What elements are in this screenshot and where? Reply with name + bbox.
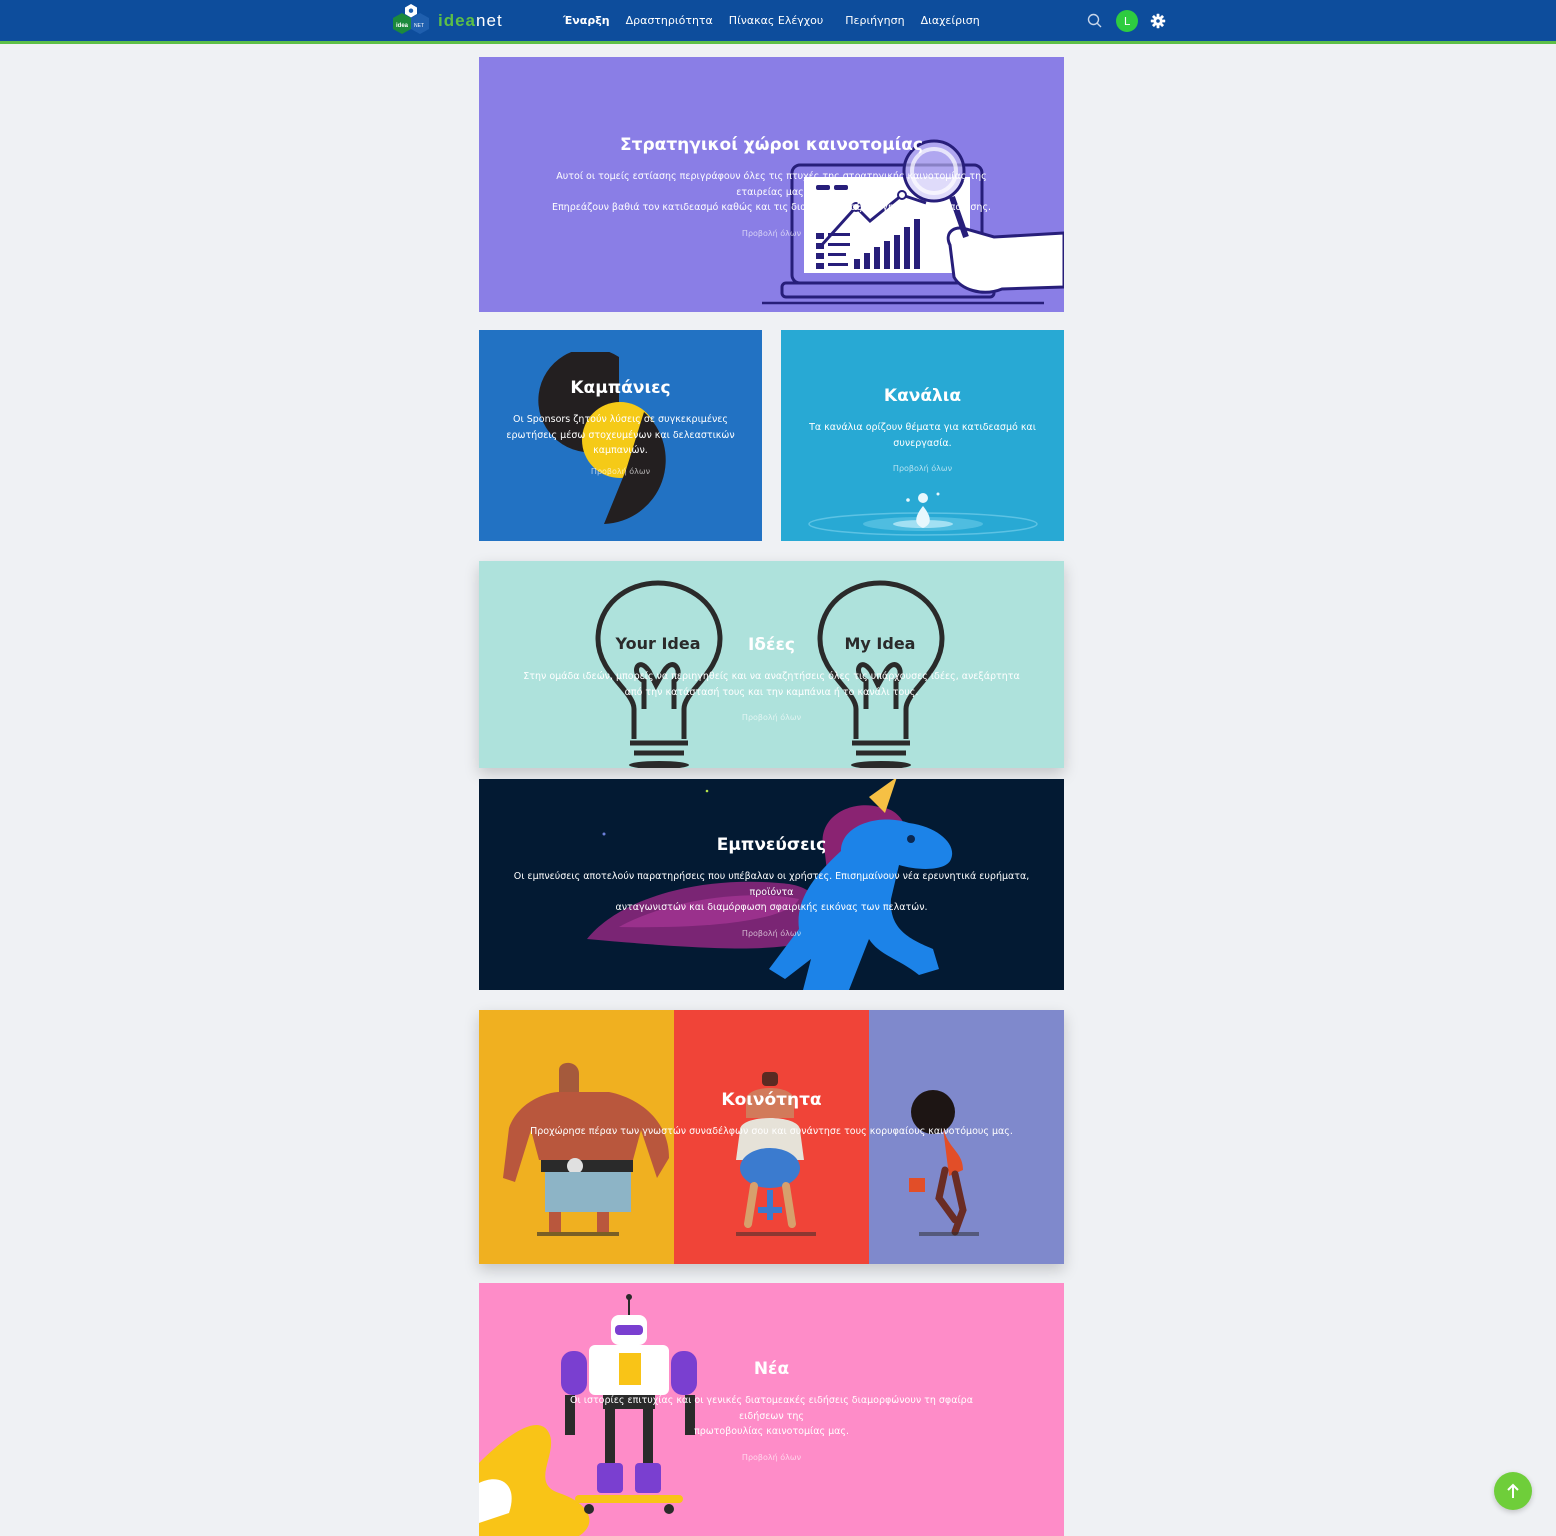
main-nav: Έναρξη Δραστηριότητα Πίνακας Ελέγχου Περ… (563, 0, 996, 41)
channels-desc-line2: συνεργασία. (893, 437, 952, 449)
news-desc-line2: πρωτοβουλίας καινοτομίας μας. (693, 1426, 850, 1437)
campaigns-title: Καμπάνιες (570, 378, 671, 398)
strategic-title: Στρατηγικοί χώροι καινοτομίας (620, 135, 923, 155)
logo-badge-idea: idea (396, 23, 409, 29)
scroll-to-top-button[interactable] (1494, 1472, 1532, 1510)
inspirations-view-all-link[interactable]: Προβολή όλων (742, 929, 801, 938)
inspirations-title: Εμπνεύσεις (716, 835, 827, 855)
strategic-desc-line1: Αυτοί οι τομείς εστίασης περιγράφουν όλε… (556, 171, 987, 198)
ideas-desc-line1: Στην ομάδα ιδεών, μπορείς να περιηγηθείς… (523, 671, 1020, 682)
top-navbar: idea NET ideanet Έναρξη Δραστηριότητα Πί… (0, 0, 1556, 44)
search-icon[interactable] (1086, 12, 1104, 30)
channels-card[interactable]: Κανάλια Τα κανάλια ορίζουν θέματα για κα… (781, 330, 1064, 541)
nav-activity[interactable]: Δραστηριότητα (626, 14, 713, 27)
ideas-view-all-link[interactable]: Προβολή όλων (742, 713, 801, 722)
news-title: Νέα (753, 1359, 790, 1379)
water-drop-illustration (807, 488, 1039, 541)
logo-hexagon-icon: idea NET (390, 4, 432, 38)
ideanet-logo[interactable]: idea NET ideanet (390, 4, 503, 38)
inspirations-desc-line1: Οι εμπνεύσεις αποτελούν παρατηρήσεις που… (513, 871, 1030, 898)
logo-word-net: net (476, 11, 503, 30)
strategic-areas-card[interactable]: Στρατηγικοί χώροι καινοτομίας Αυτοί οι τ… (479, 57, 1064, 312)
logo-word-idea: idea (438, 11, 477, 30)
campaigns-desc-line1: Οι Sponsors ζητούν λύσεις σε συγκεκριμέν… (513, 414, 728, 425)
nav-browse[interactable]: Περιήγηση (845, 14, 904, 27)
ideas-desc-line2: από την κατάστασή τους και την καμπάνια … (624, 686, 919, 698)
campaigns-desc-line2: ερωτήσεις μέσω στοχευμένων και δελεαστικ… (506, 429, 735, 441)
nav-admin[interactable]: Διαχείριση (921, 14, 980, 27)
ideas-title: Ιδέες (747, 635, 795, 655)
logo-badge-net: NET (414, 23, 424, 29)
campaigns-desc-line3: καμπανιών. (593, 445, 648, 456)
strategic-desc-line2: Επηρεάζουν βαθιά τον κατιδεασμό καθώς κα… (551, 202, 992, 213)
channels-title: Κανάλια (883, 386, 962, 406)
news-card[interactable]: Νέα Οι ιστορίες επιτυχίας και οι γενικές… (479, 1283, 1064, 1536)
campaigns-card[interactable]: Καμπάνιες Οι Sponsors ζητούν λύσεις σε σ… (479, 330, 762, 541)
inspirations-card[interactable]: Εμπνεύσεις Οι εμπνεύσεις αποτελούν παρατ… (479, 779, 1064, 990)
community-card[interactable]: Κοινότητα Προχώρησε πέραν των γνωστών συ… (479, 1010, 1064, 1264)
logo-wordmark: ideanet (438, 11, 503, 31)
gear-icon[interactable] (1150, 13, 1166, 29)
nav-start[interactable]: Έναρξη (563, 14, 610, 27)
nav-dashboard[interactable]: Πίνακας Ελέγχου (729, 14, 823, 27)
nav-actions: L (1086, 8, 1166, 34)
community-desc-line1: Προχώρησε πέραν των γνωστών συναδέλφων σ… (530, 1126, 1013, 1137)
ideas-card[interactable]: Your Idea My Idea Ιδέες Στην ομάδα ιδεών… (479, 561, 1064, 768)
strategic-view-all-link[interactable]: Προβολή όλων (742, 229, 801, 238)
arrow-up-icon (1507, 1483, 1519, 1498)
campaigns-view-all-link[interactable]: Προβολή όλων (591, 467, 650, 476)
channels-desc-line1: Τα κανάλια ορίζουν θέματα για κατιδεασμό… (809, 422, 1036, 433)
news-desc-line1: Οι ιστορίες επιτυχίας και οι γενικές δια… (570, 1395, 973, 1422)
channels-view-all-link[interactable]: Προβολή όλων (893, 464, 952, 473)
inspirations-desc-line2: ανταγωνιστών και διαμόρφωση σφαιρικής ει… (615, 902, 928, 913)
news-view-all-link[interactable]: Προβολή όλων (742, 1453, 801, 1462)
user-avatar[interactable]: L (1116, 10, 1138, 32)
community-title: Κοινότητα (721, 1090, 822, 1110)
